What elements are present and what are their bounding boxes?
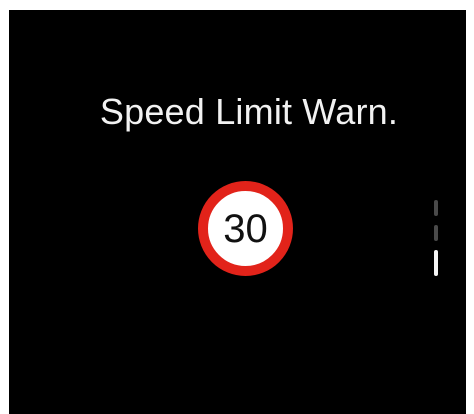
- speed-limit-value: 30: [223, 206, 268, 251]
- speed-limit-sign: 30: [198, 181, 293, 276]
- screen-title: Speed Limit Warn.: [99, 91, 399, 132]
- page-indicator-dot: [434, 225, 438, 241]
- page-indicator: [434, 200, 440, 280]
- page-indicator-dot-active: [434, 250, 438, 276]
- speed-limit-warning-screen: Speed Limit Warn. 30: [9, 10, 466, 414]
- page-indicator-dot: [434, 200, 438, 216]
